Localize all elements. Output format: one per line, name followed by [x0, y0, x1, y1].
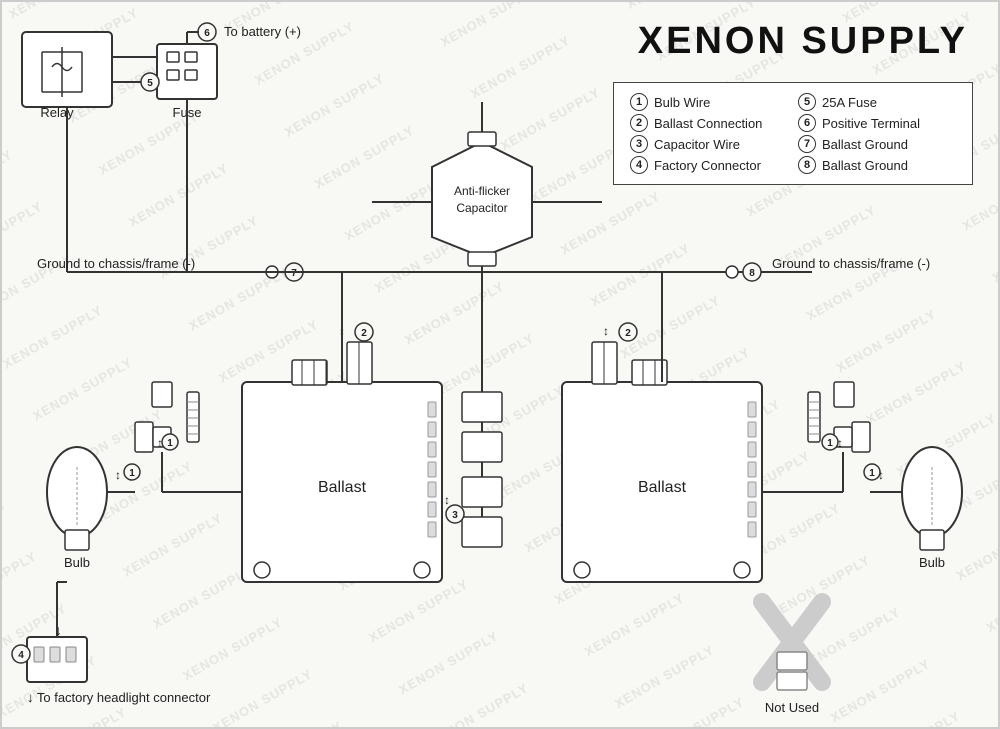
svg-text:1: 1 — [129, 468, 135, 479]
legend-label-8: Ballast Ground — [822, 158, 908, 173]
svg-text:1: 1 — [167, 438, 173, 449]
main-container: XENON SUPPLY XENON SUPPLY 1 Bulb Wire 5 … — [0, 0, 1000, 729]
legend-label-6: Positive Terminal — [822, 116, 920, 131]
legend-num-1: 1 — [630, 93, 648, 111]
legend-label-5: 25A Fuse — [822, 95, 877, 110]
svg-text:6: 6 — [204, 28, 210, 39]
svg-text:Capacitor: Capacitor — [456, 201, 507, 215]
svg-text:2: 2 — [625, 328, 631, 339]
svg-text:8: 8 — [749, 268, 755, 279]
svg-text:4: 4 — [18, 650, 24, 661]
svg-text:↕: ↕ — [444, 493, 450, 507]
svg-text:Ground to chassis/frame (-): Ground to chassis/frame (-) — [37, 256, 195, 271]
legend-item-3: 3 Capacitor Wire — [630, 135, 788, 153]
svg-text:Bulb: Bulb — [919, 555, 945, 570]
svg-text:To battery (+): To battery (+) — [224, 24, 301, 39]
svg-text:2: 2 — [361, 328, 367, 339]
svg-text:Not Used: Not Used — [765, 700, 819, 715]
legend-item-7: 7 Ballast Ground — [798, 135, 956, 153]
legend-num-6: 6 — [798, 114, 816, 132]
legend-label-4: Factory Connector — [654, 158, 761, 173]
legend-grid: 1 Bulb Wire 5 25A Fuse 2 Ballast Connect… — [630, 93, 956, 174]
legend-num-8: 8 — [798, 156, 816, 174]
legend-num-7: 7 — [798, 135, 816, 153]
svg-text:↓ To factory headlight connect: ↓ To factory headlight connector — [27, 690, 211, 705]
svg-text:1: 1 — [827, 438, 833, 449]
legend-label-2: Ballast Connection — [654, 116, 762, 131]
svg-text:Anti-flicker: Anti-flicker — [454, 184, 510, 198]
legend-num-2: 2 — [630, 114, 648, 132]
svg-text:7: 7 — [291, 268, 297, 279]
legend-item-2: 2 Ballast Connection — [630, 114, 788, 132]
svg-text:↕: ↕ — [603, 324, 609, 338]
legend-item-4: 4 Factory Connector — [630, 156, 788, 174]
legend-item-8: 8 Ballast Ground — [798, 156, 956, 174]
legend-item-5: 5 25A Fuse — [798, 93, 956, 111]
legend-box: 1 Bulb Wire 5 25A Fuse 2 Ballast Connect… — [613, 82, 973, 185]
svg-text:1: 1 — [869, 468, 875, 479]
svg-text:3: 3 — [452, 510, 458, 521]
brand-logo: XENON SUPPLY — [638, 20, 968, 63]
legend-label-3: Capacitor Wire — [654, 137, 740, 152]
svg-text:5: 5 — [147, 78, 153, 89]
svg-text:Ballast: Ballast — [638, 479, 687, 496]
svg-text:↓: ↓ — [55, 622, 62, 638]
svg-text:↕: ↕ — [115, 468, 121, 482]
legend-num-4: 4 — [630, 156, 648, 174]
svg-text:Relay: Relay — [40, 105, 74, 120]
svg-text:Bulb: Bulb — [64, 555, 90, 570]
legend-item-6: 6 Positive Terminal — [798, 114, 956, 132]
legend-num-3: 3 — [630, 135, 648, 153]
svg-text:Ground to chassis/frame (-): Ground to chassis/frame (-) — [772, 256, 930, 271]
svg-text:Ballast: Ballast — [318, 479, 367, 496]
legend-num-5: 5 — [798, 93, 816, 111]
legend-label-7: Ballast Ground — [822, 137, 908, 152]
legend-label-1: Bulb Wire — [654, 95, 710, 110]
legend-item-1: 1 Bulb Wire — [630, 93, 788, 111]
